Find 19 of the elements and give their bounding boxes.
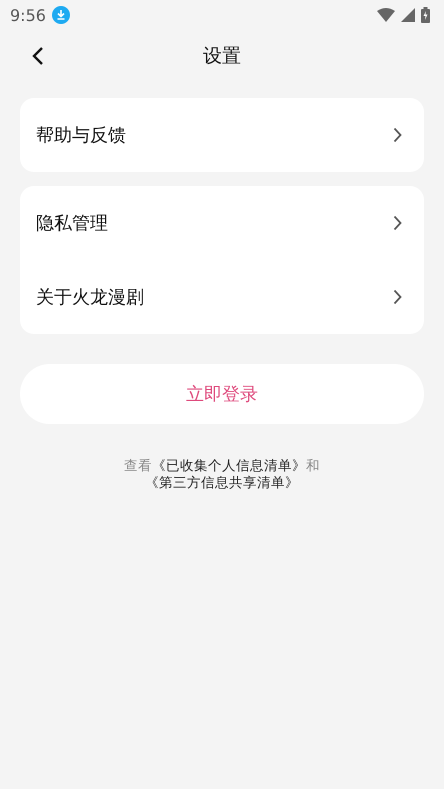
battery-icon: [421, 7, 430, 23]
row-label: 帮助与反馈: [36, 124, 126, 147]
chevron-right-icon: [393, 289, 402, 305]
signal-icon: [401, 8, 415, 22]
settings-row[interactable]: 帮助与反馈: [20, 98, 424, 172]
consent-notice: 查看《已收集个人信息清单》和 《第三方信息共享清单》: [123, 458, 321, 492]
login-button[interactable]: 立即登录: [20, 364, 424, 424]
wifi-icon: [377, 8, 395, 22]
page-title: 设置: [203, 44, 241, 69]
row-label: 隐私管理: [36, 212, 108, 235]
chevron-right-icon: [393, 215, 402, 231]
row-label: 关于火龙漫剧: [36, 286, 144, 309]
settings-row[interactable]: 关于火龙漫剧: [20, 260, 424, 334]
chevron-right-icon: [393, 127, 402, 143]
policy-link[interactable]: 《已收集个人信息清单》: [152, 458, 306, 474]
status-time: 9:56: [10, 6, 46, 24]
download-icon: [52, 6, 70, 24]
settings-row[interactable]: 隐私管理: [20, 186, 424, 260]
policy-link[interactable]: 《第三方信息共享清单》: [145, 475, 299, 491]
